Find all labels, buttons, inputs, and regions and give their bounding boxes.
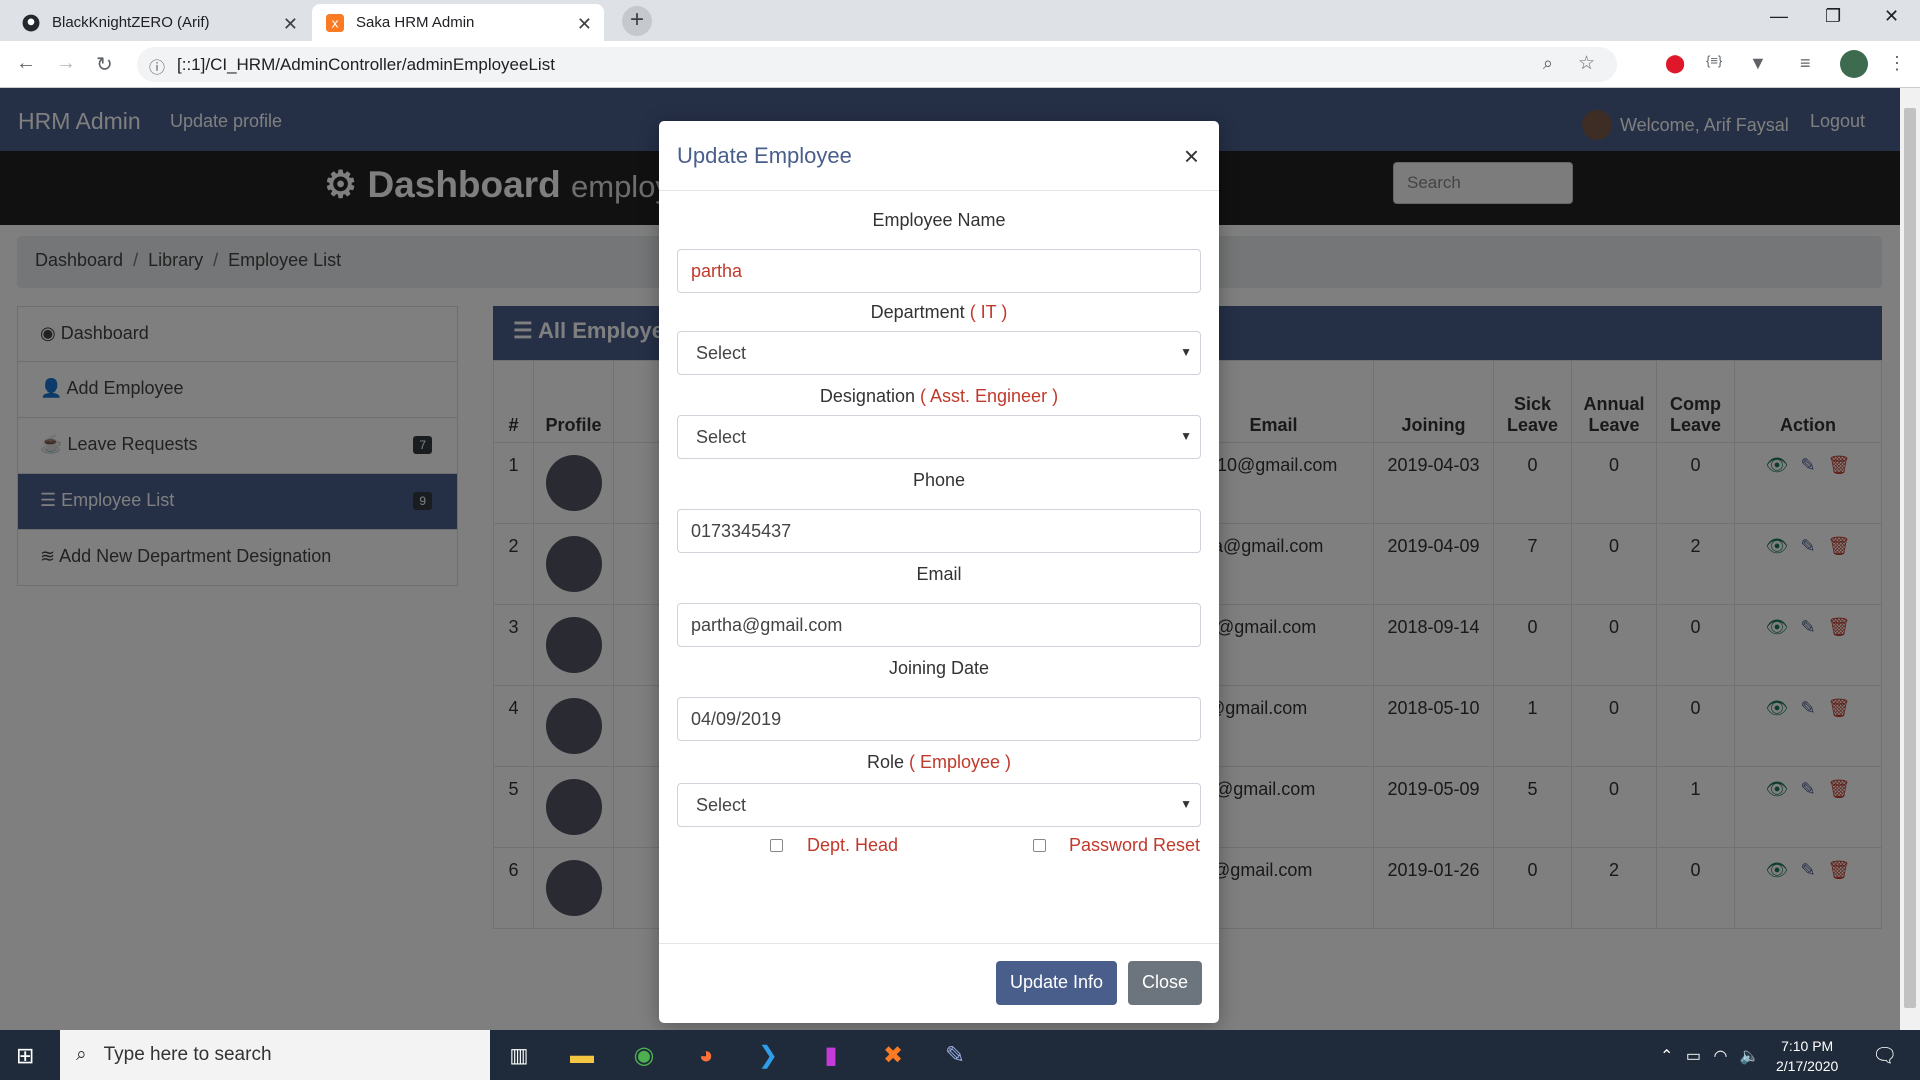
- password-reset-label: Password Reset: [1069, 835, 1201, 855]
- dept-head-checkbox[interactable]: [770, 839, 783, 852]
- role-hint: ( Employee ): [909, 752, 1012, 772]
- url-text: [::1]/CI_HRM/AdminController/adminEmploy…: [177, 55, 555, 74]
- opera-extension-icon[interactable]: ⬤: [1665, 53, 1685, 74]
- chevron-down-icon: ▼: [1180, 429, 1192, 443]
- modal-body: Employee Name partha Department ( IT ) S…: [659, 201, 1219, 867]
- search-icon: ⌕: [76, 1044, 87, 1065]
- update-info-button[interactable]: Update Info: [996, 961, 1118, 1005]
- file-explorer-icon[interactable]: ▬: [566, 1040, 598, 1072]
- clock-time: 7:10 PM: [1781, 1038, 1834, 1054]
- designation-select-value: Select: [696, 427, 747, 447]
- email-field[interactable]: partha@gmail.com: [677, 603, 1201, 647]
- system-tray: ⌃ ▭ ◠ 🔈: [1660, 1046, 1760, 1066]
- media-control-icon[interactable]: ≡: [1800, 53, 1811, 74]
- forward-icon[interactable]: →: [56, 52, 76, 75]
- paint-icon[interactable]: ✎: [939, 1040, 971, 1072]
- phpstorm-icon[interactable]: ▮: [815, 1040, 847, 1072]
- window-close-icon[interactable]: ✕: [1884, 6, 1899, 27]
- task-view-icon[interactable]: ▥: [503, 1040, 535, 1072]
- designation-label: Designation ( Asst. Engineer ): [677, 377, 1201, 415]
- json-extension-icon[interactable]: {≡}: [1706, 53, 1722, 68]
- taskbar-search[interactable]: ⌕ Type here to search: [60, 1030, 490, 1080]
- designation-select[interactable]: Select ▼: [677, 415, 1201, 459]
- omnibox[interactable]: ⓘ [::1]/CI_HRM/AdminController/adminEmpl…: [137, 47, 1617, 82]
- chevron-down-icon: ▼: [1180, 345, 1192, 359]
- tab-saka-hrm[interactable]: x Saka HRM Admin ✕: [312, 4, 604, 41]
- email-label: Email: [916, 564, 962, 584]
- xampp-taskbar-icon[interactable]: ✖: [877, 1040, 909, 1072]
- designation-label-text: Designation: [819, 386, 915, 406]
- phone-field[interactable]: 0173345437: [677, 509, 1201, 553]
- department-label-text: Department: [870, 302, 965, 322]
- wifi-icon[interactable]: ◠: [1713, 1048, 1727, 1065]
- tab-label: BlackKnightZERO (Arif): [52, 14, 210, 31]
- modal-footer: Update Info Close: [659, 943, 1219, 1023]
- taskbar-clock[interactable]: 7:10 PM 2/17/2020: [1776, 1036, 1838, 1076]
- new-tab-button[interactable]: +: [622, 6, 652, 36]
- modal-header: Update Employee ×: [659, 121, 1219, 191]
- vscode-icon[interactable]: ❯: [752, 1040, 784, 1072]
- tab-close-icon[interactable]: ✕: [577, 14, 592, 35]
- phone-label: Phone: [912, 470, 966, 490]
- zoom-icon[interactable]: ⌕: [1543, 53, 1553, 74]
- tab-label: Saka HRM Admin: [356, 14, 475, 31]
- firefox-icon[interactable]: ◕: [690, 1040, 722, 1072]
- update-employee-modal: Update Employee × Employee Name partha D…: [659, 121, 1219, 1023]
- clock-date: 2/17/2020: [1776, 1058, 1839, 1074]
- xampp-icon: x: [326, 13, 344, 32]
- role-label-text: Role: [866, 752, 904, 772]
- reload-icon[interactable]: ↻: [96, 52, 113, 77]
- employee-name-label: Employee Name: [872, 210, 1006, 230]
- chevron-down-icon: ▼: [1180, 797, 1192, 811]
- role-select[interactable]: Select ▼: [677, 783, 1201, 827]
- password-reset-checkbox[interactable]: [1033, 839, 1046, 852]
- vue-extension-icon[interactable]: ▼: [1749, 53, 1767, 74]
- volume-icon[interactable]: 🔈: [1740, 1048, 1760, 1065]
- chevron-up-icon[interactable]: ⌃: [1660, 1048, 1673, 1065]
- back-icon[interactable]: ←: [16, 52, 36, 75]
- info-icon[interactable]: ⓘ: [149, 54, 165, 78]
- employee-name-field[interactable]: partha: [677, 249, 1201, 293]
- joining-date-field[interactable]: 04/09/2019: [677, 697, 1201, 741]
- checkbox-row: Dept. Head Password Reset: [677, 827, 1201, 867]
- notifications-icon[interactable]: 🗨: [1872, 1043, 1897, 1068]
- designation-hint: ( Asst. Engineer ): [920, 386, 1059, 406]
- taskbar-search-placeholder: Type here to search: [103, 1044, 272, 1065]
- bookmark-star-icon[interactable]: ☆: [1578, 52, 1595, 75]
- svg-text:x: x: [331, 16, 338, 30]
- chrome-icon[interactable]: ◉: [628, 1040, 660, 1072]
- browser-tab-bar: BlackKnightZERO (Arif) ✕ x Saka HRM Admi…: [0, 0, 1920, 41]
- role-select-value: Select: [696, 795, 747, 815]
- address-bar: ← → ↻ ⓘ [::1]/CI_HRM/AdminController/adm…: [0, 41, 1920, 88]
- department-label: Department ( IT ): [677, 293, 1201, 331]
- joining-date-label: Joining Date: [888, 658, 990, 678]
- close-icon[interactable]: ×: [1184, 141, 1199, 172]
- profile-avatar[interactable]: [1840, 50, 1868, 78]
- tab-github[interactable]: BlackKnightZERO (Arif) ✕: [8, 4, 310, 41]
- modal-title: Update Employee: [677, 143, 852, 168]
- minimize-icon[interactable]: —: [1770, 6, 1788, 27]
- department-select-value: Select: [696, 343, 747, 363]
- windows-start-icon[interactable]: ⊞: [16, 1043, 34, 1069]
- scrollbar-thumb[interactable]: [1904, 108, 1916, 1008]
- role-label: Role ( Employee ): [677, 743, 1201, 781]
- dept-head-label: Dept. Head: [807, 835, 899, 855]
- department-hint: ( IT ): [969, 302, 1008, 322]
- department-select[interactable]: Select ▼: [677, 331, 1201, 375]
- menu-icon[interactable]: ⋮: [1888, 53, 1906, 74]
- battery-icon[interactable]: ▭: [1686, 1048, 1701, 1065]
- page-scrollbar[interactable]: [1900, 88, 1920, 1030]
- tab-close-icon[interactable]: ✕: [283, 14, 298, 35]
- windows-taskbar: ⊞ ⌕ Type here to search ▥ ▬ ◉ ◕ ❯ ▮ ✖ ✎ …: [0, 1030, 1920, 1080]
- github-icon: [22, 14, 40, 31]
- close-button[interactable]: Close: [1128, 961, 1203, 1005]
- maximize-icon[interactable]: ❐: [1825, 6, 1841, 27]
